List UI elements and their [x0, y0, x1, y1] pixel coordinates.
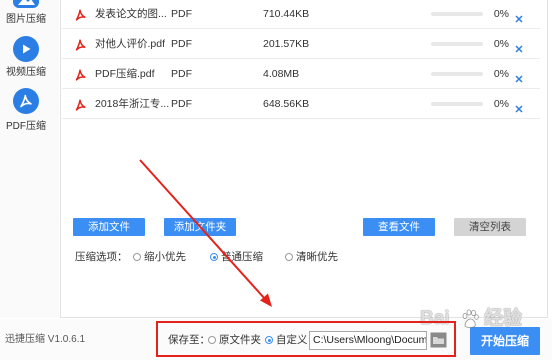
add-file-button[interactable]: 添加文件: [73, 218, 145, 236]
save-path-input[interactable]: C:\Users\Mloong\Docume: [309, 331, 427, 350]
progress-bar: [431, 42, 483, 46]
progress-bar: [431, 12, 483, 16]
file-size: 4.08MB: [263, 68, 300, 80]
progress-bar: [431, 102, 483, 106]
progress-percent: 0%: [493, 68, 509, 80]
file-name: 发表论文的图...: [95, 8, 167, 20]
radio-label-smaller-priority[interactable]: 缩小优先: [144, 250, 186, 264]
file-name: 2018年浙江专...: [95, 98, 169, 110]
progress-percent: 0%: [493, 8, 509, 20]
file-row: 2018年浙江专... PDF 648.56KB 0%: [62, 89, 540, 119]
watermark-text-right: 经验: [484, 308, 523, 329]
sidebar-item-video-compress[interactable]: 视频压缩: [0, 67, 52, 79]
remove-icon[interactable]: [515, 40, 523, 53]
pdf-file-icon: [75, 68, 86, 86]
file-size: 201.57KB: [263, 38, 310, 50]
pdf-file-icon: [75, 98, 86, 116]
radio-normal-compress[interactable]: [210, 253, 218, 261]
pdf-file-icon: [75, 38, 86, 56]
compression-options-label: 压缩选项：: [75, 251, 128, 263]
file-row: 对他人评价.pdf PDF 201.57KB 0%: [62, 29, 540, 59]
file-type: PDF: [171, 38, 192, 50]
file-name: 对他人评价.pdf: [95, 38, 166, 50]
radio-original-folder[interactable]: [208, 336, 216, 344]
add-folder-button[interactable]: 添加文件夹: [164, 218, 236, 236]
radio-label-normal-compress[interactable]: 普通压缩: [221, 250, 263, 264]
sidebar: 图片压缩 视频压缩 PDF压缩: [0, 0, 59, 318]
pdf-file-icon: [75, 8, 86, 26]
file-size: 648.56KB: [263, 98, 310, 110]
app-version: 迅捷压缩 V1.0.6.1: [5, 334, 86, 345]
pdf-icon[interactable]: [13, 88, 39, 114]
radio-custom-folder[interactable]: [265, 336, 273, 344]
radio-clarity-priority[interactable]: [285, 253, 293, 261]
file-size: 710.44KB: [263, 8, 310, 20]
view-files-button[interactable]: 查看文件: [363, 218, 435, 236]
video-play-icon[interactable]: [13, 36, 39, 62]
clear-list-button[interactable]: 清空列表: [454, 218, 526, 236]
progress-bar: [431, 72, 483, 76]
save-to-label: 保存至：: [168, 334, 210, 346]
folder-icon[interactable]: [430, 332, 447, 348]
image-icon[interactable]: [13, 0, 39, 8]
radio-label-clarity-priority[interactable]: 清晰优先: [296, 250, 338, 264]
file-type: PDF: [171, 98, 192, 110]
progress-percent: 0%: [493, 98, 509, 110]
file-type: PDF: [171, 8, 192, 20]
start-compress-button[interactable]: 开始压缩: [470, 327, 540, 355]
progress-percent: 0%: [493, 38, 509, 50]
file-row: PDF压缩.pdf PDF 4.08MB 0%: [62, 59, 540, 89]
remove-icon[interactable]: [515, 70, 523, 83]
remove-icon[interactable]: [515, 10, 523, 23]
remove-icon[interactable]: [515, 100, 523, 113]
file-row: 发表论文的图... PDF 710.44KB 0%: [62, 0, 540, 29]
file-name: PDF压缩.pdf: [95, 68, 155, 80]
file-type: PDF: [171, 68, 192, 80]
baidu-paw-icon: [461, 309, 479, 329]
radio-label-original-folder[interactable]: 原文件夹: [219, 333, 261, 347]
radio-smaller-priority[interactable]: [133, 253, 141, 261]
sidebar-item-pdf-compress[interactable]: PDF压缩: [0, 121, 52, 133]
radio-label-custom-folder[interactable]: 自定义: [276, 333, 308, 347]
sidebar-item-image-compress[interactable]: 图片压缩: [0, 14, 52, 26]
watermark-text-left: Bai: [420, 308, 450, 329]
